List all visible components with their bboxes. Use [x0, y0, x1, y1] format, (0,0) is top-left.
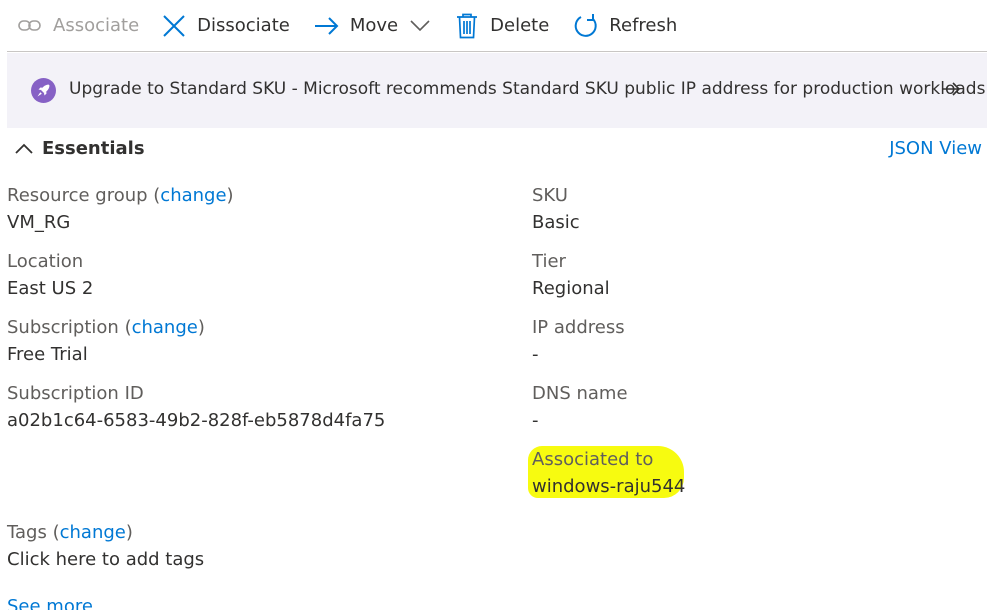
- subscription-id-property: Subscription ID a02b1c64-6583-49b2-828f-…: [7, 383, 385, 432]
- change-resource-group-link[interactable]: change: [160, 185, 226, 206]
- refresh-label: Refresh: [609, 15, 678, 36]
- refresh-button[interactable]: Refresh: [573, 6, 677, 46]
- resource-group-value[interactable]: VM_RG: [7, 212, 234, 234]
- arrow-right-icon: [314, 13, 340, 39]
- sku-label: SKU: [532, 185, 568, 206]
- sku-value: Basic: [532, 212, 580, 233]
- close-icon: [161, 13, 187, 39]
- subscription-label: Subscription (change): [7, 317, 205, 338]
- tier-label: Tier: [532, 251, 566, 272]
- change-subscription-link[interactable]: change: [132, 317, 198, 338]
- associated-to-property: Associated to windows-raju544: [532, 449, 685, 498]
- dns-name-value: -: [532, 410, 539, 431]
- chevron-up-icon[interactable]: [14, 140, 34, 156]
- associated-to-value[interactable]: windows-raju544: [532, 476, 685, 498]
- resource-group-property: Resource group (change) VM_RG: [7, 185, 234, 234]
- associated-to-label: Associated to: [532, 449, 654, 470]
- see-more-link[interactable]: See more: [7, 596, 93, 610]
- change-tags-link[interactable]: change: [60, 522, 126, 543]
- add-tags-link[interactable]: Click here to add tags: [7, 549, 204, 571]
- tags-label: Tags (change): [7, 522, 133, 543]
- link-icon: [17, 13, 43, 39]
- trash-icon: [454, 13, 480, 39]
- dns-name-label: DNS name: [532, 383, 628, 404]
- tier-property: Tier Regional: [532, 251, 610, 300]
- location-value: East US 2: [7, 278, 94, 299]
- ip-address-value: -: [532, 344, 539, 365]
- json-view-link[interactable]: JSON View: [889, 138, 982, 159]
- subscription-value[interactable]: Free Trial: [7, 344, 205, 366]
- refresh-icon: [573, 13, 599, 39]
- subscription-property: Subscription (change) Free Trial: [7, 317, 205, 366]
- move-label: Move: [349, 15, 399, 36]
- move-button[interactable]: Move: [314, 6, 430, 46]
- command-bar: Associate Dissociate Move Delete Refresh: [7, 0, 987, 52]
- public-ip-overview: Associate Dissociate Move Delete Refresh…: [0, 0, 987, 610]
- associate-label: Associate: [53, 15, 140, 36]
- upgrade-banner[interactable]: Upgrade to Standard SKU - Microsoft reco…: [7, 53, 987, 128]
- location-property: Location East US 2: [7, 251, 93, 300]
- ip-address-property: IP address -: [532, 317, 625, 366]
- sku-property: SKU Basic: [532, 185, 580, 234]
- dns-name-property: DNS name -: [532, 383, 628, 432]
- subscription-id-label: Subscription ID: [7, 383, 144, 404]
- dissociate-label: Dissociate: [197, 15, 290, 36]
- resource-group-label: Resource group (change): [7, 185, 234, 206]
- essentials-title[interactable]: Essentials: [42, 138, 145, 159]
- subscription-id-value: a02b1c64-6583-49b2-828f-eb5878d4fa75: [7, 410, 386, 431]
- arrow-right-icon[interactable]: [941, 77, 961, 101]
- tags-property: Tags (change) Click here to add tags: [7, 522, 204, 571]
- dissociate-button[interactable]: Dissociate: [161, 6, 290, 46]
- upgrade-banner-text: Upgrade to Standard SKU - Microsoft reco…: [69, 79, 986, 99]
- delete-button[interactable]: Delete: [454, 6, 549, 46]
- delete-label: Delete: [490, 15, 550, 36]
- chevron-down-icon: [410, 19, 430, 32]
- rocket-icon: [31, 78, 56, 103]
- associate-button[interactable]: Associate: [17, 6, 139, 46]
- tier-value: Regional: [532, 278, 610, 299]
- location-label: Location: [7, 251, 84, 272]
- essentials-header: Essentials JSON View: [7, 135, 987, 165]
- ip-address-label: IP address: [532, 317, 625, 338]
